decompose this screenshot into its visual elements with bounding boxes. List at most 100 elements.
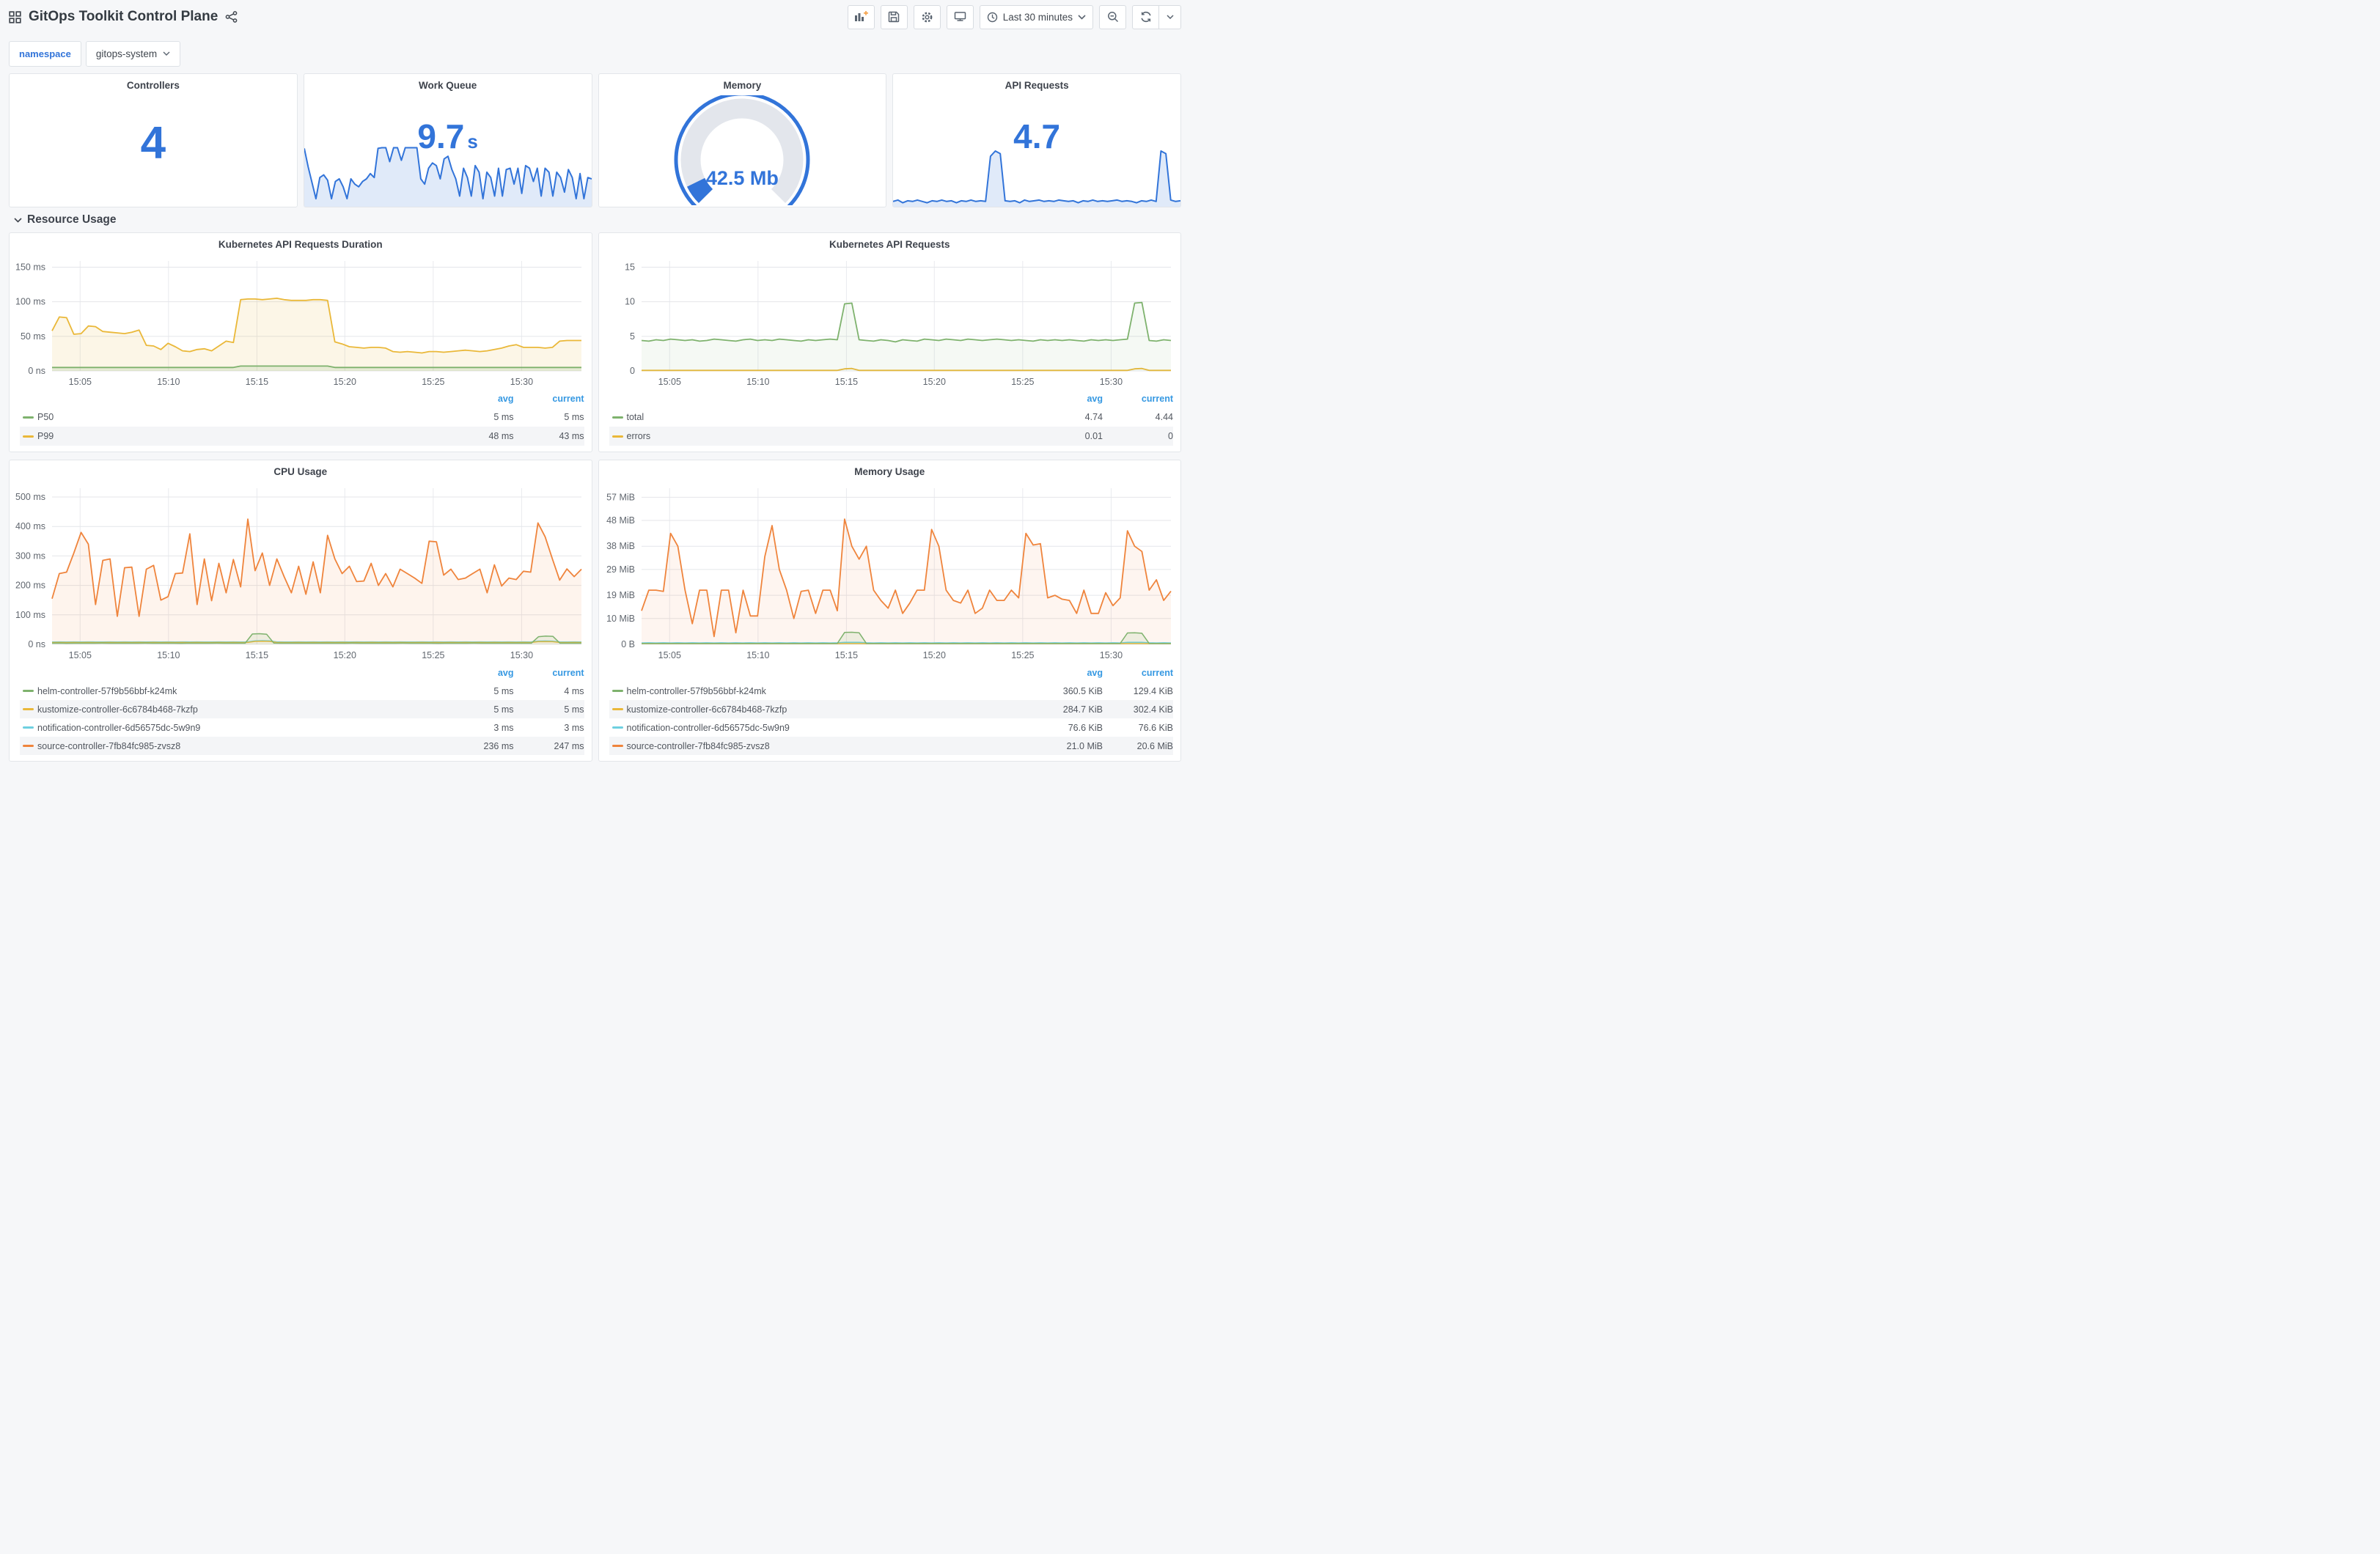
settings-gear-icon[interactable] [913,4,941,29]
svg-text:15:10: 15:10 [746,377,769,387]
panel-title[interactable]: Memory [599,74,886,96]
svg-text:15:10: 15:10 [746,650,769,660]
legend-row: notification-controller-6d56575dc-5w9n9 … [20,718,584,737]
series-label[interactable]: helm-controller-57f9b56bbf-k24mk [627,686,1037,696]
panel-title[interactable]: Memory Usage [599,460,1181,482]
series-label[interactable]: errors [627,431,1037,441]
series-dash [611,726,623,729]
legend-row: errors 0.01 0 [609,427,1173,446]
series-dash [611,690,623,692]
svg-text:15:15: 15:15 [834,650,857,660]
legend-row: notification-controller-6d56575dc-5w9n9 … [609,718,1173,737]
panel-title[interactable]: Controllers [10,74,297,96]
save-dashboard-button[interactable] [880,4,908,29]
svg-text:15:10: 15:10 [157,650,180,660]
svg-text:15:25: 15:25 [422,650,444,660]
svg-text:10 MiB: 10 MiB [606,614,635,624]
series-label[interactable]: notification-controller-6d56575dc-5w9n9 [37,723,448,733]
panel-work-queue: Work Queue 9.7 s [303,73,592,207]
namespace-dropdown[interactable]: gitops-system [85,40,181,67]
series-dash [23,435,34,438]
panel-title[interactable]: CPU Usage [10,460,592,482]
svg-text:0: 0 [630,366,635,376]
chevron-down-icon [1166,15,1174,19]
svg-text:19 MiB: 19 MiB [606,590,635,600]
legend-col-avg[interactable]: avg [1037,668,1103,678]
memory-chart-plot[interactable]: 0 B 10 MiB 19 MiB 29 MiB 38 MiB 48 MiB 57 MiB 1… [599,482,1181,663]
series-label[interactable]: notification-controller-6d56575dc-5w9n9 [627,723,1037,733]
svg-text:100 ms: 100 ms [15,610,45,620]
legend-col-current[interactable]: current [1103,668,1173,678]
series-dash [23,690,34,692]
svg-text:15: 15 [625,262,635,272]
svg-text:15:30: 15:30 [1099,377,1122,387]
variable-name-label: namespace [9,40,81,67]
legend-col-avg[interactable]: avg [448,668,514,678]
legend: avg current total 4.74 4.44 errors 0.01 … [599,390,1181,447]
refresh-interval-dropdown[interactable] [1159,4,1181,29]
legend-col-current[interactable]: current [514,394,584,404]
svg-text:38 MiB: 38 MiB [606,541,635,551]
chevron-down-icon [163,51,170,56]
svg-text:15:25: 15:25 [422,377,444,387]
dashboard-grid-icon[interactable] [9,10,21,23]
series-label[interactable]: total [627,412,1037,422]
zoom-out-button[interactable] [1099,4,1126,29]
svg-text:15:10: 15:10 [157,377,180,387]
add-panel-button[interactable] [847,4,875,29]
legend-row: source-controller-7fb84fc985-zvsz8 21.0 … [609,737,1173,755]
section-resource-usage[interactable]: Resource Usage [9,207,1181,232]
legend-col-current[interactable]: current [1103,394,1173,404]
svg-text:200 ms: 200 ms [15,581,45,591]
legend: avg current P50 5 ms 5 ms P99 48 ms 43 m… [10,390,592,447]
series-label[interactable]: kustomize-controller-6c6784b468-7kzfp [37,704,448,715]
svg-text:300 ms: 300 ms [15,550,45,561]
legend-col-current[interactable]: current [514,668,584,678]
dashboard-page: GitOps Toolkit Control Plane Last 30 min… [0,0,1190,778]
svg-text:15:05: 15:05 [69,377,92,387]
duration-chart-plot[interactable]: 0 ns 50 ms 100 ms 150 ms 15:05 15:10 15:15 15:2… [10,255,592,390]
svg-text:15:25: 15:25 [1011,650,1034,660]
dashboard-header: GitOps Toolkit Control Plane Last 30 min… [9,0,1181,34]
namespace-value: gitops-system [95,48,158,59]
variables-row: namespace gitops-system [9,34,1181,73]
cpu-chart-plot[interactable]: 0 ns 100 ms 200 ms 300 ms 400 ms 500 ms 15:05 1… [10,482,592,663]
legend: avg current helm-controller-57f9b56bbf-k… [10,663,592,756]
svg-text:5: 5 [630,331,635,342]
series-label[interactable]: kustomize-controller-6c6784b468-7kzfp [627,704,1037,715]
svg-text:15:25: 15:25 [1011,377,1034,387]
svg-text:100 ms: 100 ms [15,297,45,307]
series-label[interactable]: P50 [37,412,448,422]
tv-mode-icon[interactable] [946,4,974,29]
legend-col-avg[interactable]: avg [1037,394,1103,404]
legend-row: P99 48 ms 43 ms [20,427,584,446]
svg-text:15:20: 15:20 [922,650,945,660]
series-dash [23,416,34,419]
svg-text:15:05: 15:05 [658,650,680,660]
time-range-picker[interactable]: Last 30 minutes [979,4,1093,29]
svg-text:15:05: 15:05 [658,377,680,387]
requests-chart-plot[interactable]: 0 5 10 15 15:05 15:10 15:15 15:20 15:25 15:30 [599,255,1181,390]
legend-row: helm-controller-57f9b56bbf-k24mk 5 ms 4 … [20,682,584,700]
series-label[interactable]: source-controller-7fb84fc985-zvsz8 [627,741,1037,751]
panel-title[interactable]: Kubernetes API Requests Duration [10,233,592,255]
refresh-button[interactable] [1132,4,1159,29]
svg-text:0 B: 0 B [621,639,635,649]
series-label[interactable]: P99 [37,431,448,441]
series-label[interactable]: source-controller-7fb84fc985-zvsz8 [37,741,448,751]
svg-text:15:30: 15:30 [510,650,533,660]
page-title[interactable]: GitOps Toolkit Control Plane [29,9,218,25]
share-icon[interactable] [225,11,238,23]
legend-col-avg[interactable]: avg [448,394,514,404]
api-requests-value: 4.7 [1013,117,1061,156]
series-label[interactable]: helm-controller-57f9b56bbf-k24mk [37,686,448,696]
series-dash [611,435,623,438]
panel-title[interactable]: Kubernetes API Requests [599,233,1181,255]
legend-row: source-controller-7fb84fc985-zvsz8 236 m… [20,737,584,755]
stats-row: Controllers 4 Work Queue 9.7 s Memory 42.… [9,73,1181,207]
legend-row: kustomize-controller-6c6784b468-7kzfp 5 … [20,700,584,718]
panel-cpu-usage: CPU Usage 0 ns 100 ms 200 ms 300 ms 400 ms 50… [9,460,592,762]
svg-text:15:15: 15:15 [246,650,268,660]
svg-text:0 ns: 0 ns [28,366,45,376]
svg-text:15:30: 15:30 [510,377,533,387]
